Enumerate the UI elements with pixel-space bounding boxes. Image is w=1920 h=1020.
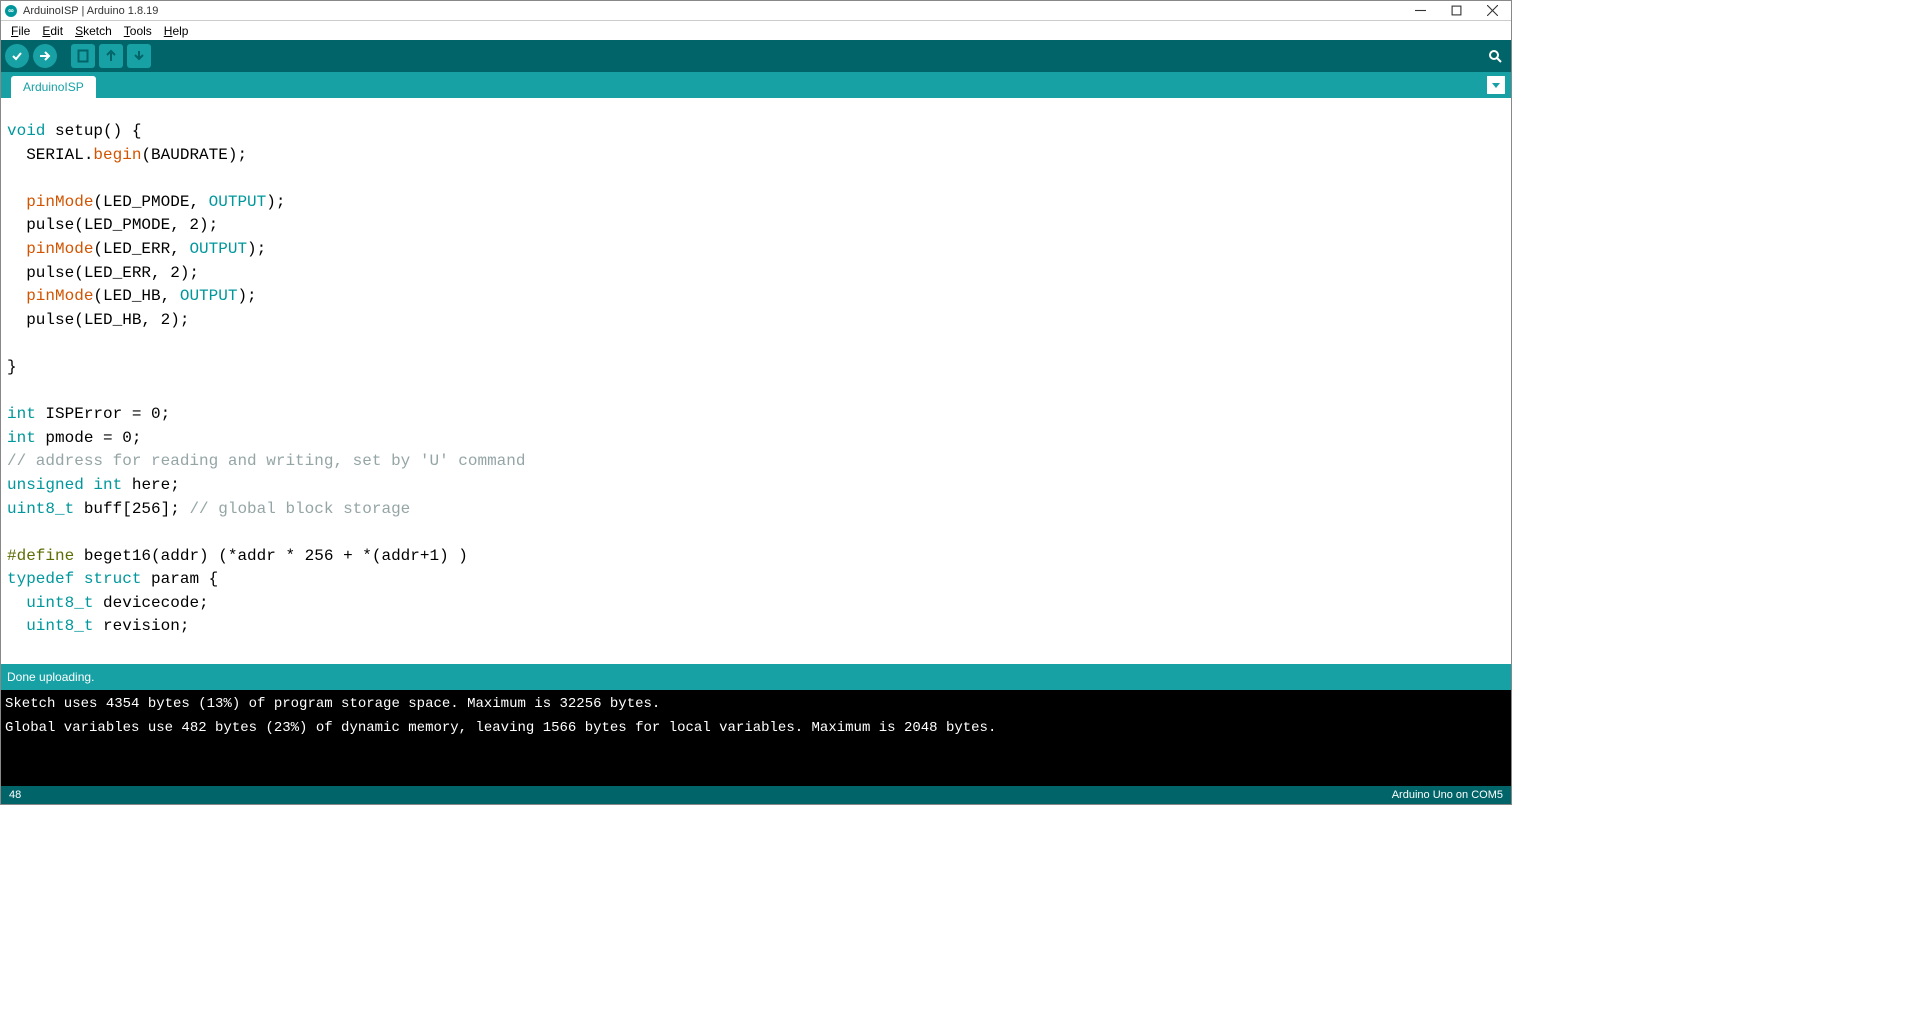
code-token: ); xyxy=(237,287,256,305)
menu-edit[interactable]: Edit xyxy=(36,22,69,40)
code-token: } xyxy=(7,358,17,376)
code-token: OUTPUT xyxy=(180,287,238,305)
code-token: here; xyxy=(122,476,180,494)
open-button[interactable] xyxy=(99,44,123,68)
code-editor[interactable]: void setup() { SERIAL.begin(BAUDRATE); p… xyxy=(1,98,1511,664)
tab-arduinoisp[interactable]: ArduinoISP xyxy=(11,76,96,98)
code-token: beget16(addr) (*addr * 256 + *(addr+1) ) xyxy=(74,547,468,565)
code-token: pulse(LED_HB, 2); xyxy=(7,311,189,329)
code-token: typedef xyxy=(7,570,74,588)
close-button[interactable] xyxy=(1485,4,1499,18)
line-number: 48 xyxy=(9,789,21,801)
code-token: setup() { xyxy=(45,122,141,140)
code-token xyxy=(84,476,94,494)
status-bar: Done uploading. xyxy=(1,664,1511,690)
menubar: File Edit Sketch Tools Help xyxy=(1,20,1511,40)
bottom-bar: 48 Arduino Uno on COM5 xyxy=(1,786,1511,804)
menu-help[interactable]: Help xyxy=(158,22,195,40)
menu-tools[interactable]: Tools xyxy=(118,22,158,40)
code-token xyxy=(7,617,26,635)
code-token: pinMode xyxy=(26,193,93,211)
code-token: struct xyxy=(84,570,142,588)
upload-button[interactable] xyxy=(33,44,57,68)
code-token: pinMode xyxy=(26,240,93,258)
save-button[interactable] xyxy=(127,44,151,68)
code-token: pmode = 0; xyxy=(36,429,142,447)
code-token: uint8_t xyxy=(7,500,74,518)
tabbar: ArduinoISP xyxy=(1,72,1511,98)
code-token: devicecode; xyxy=(93,594,208,612)
titlebar: ∞ ArduinoISP | Arduino 1.8.19 xyxy=(1,1,1511,20)
code-token: OUTPUT xyxy=(209,193,267,211)
code-token xyxy=(74,570,84,588)
code-token: pinMode xyxy=(26,287,93,305)
code-token: buff[256]; xyxy=(74,500,189,518)
code-token xyxy=(7,193,26,211)
code-token: #define xyxy=(7,547,74,565)
code-token: pulse(LED_PMODE, 2); xyxy=(7,216,218,234)
code-token: (LED_HB, xyxy=(93,287,179,305)
app-logo-icon: ∞ xyxy=(5,5,17,17)
code-token: ISPError = 0; xyxy=(36,405,170,423)
window-controls xyxy=(1413,4,1507,18)
maximize-button[interactable] xyxy=(1449,4,1463,18)
code-token: SERIAL. xyxy=(7,146,93,164)
code-token: (LED_ERR, xyxy=(93,240,189,258)
code-token: revision; xyxy=(93,617,189,635)
code-token: int xyxy=(7,429,36,447)
window-title: ArduinoISP | Arduino 1.8.19 xyxy=(23,5,1413,17)
verify-button[interactable] xyxy=(5,44,29,68)
console-line: Global variables use 482 bytes (23%) of … xyxy=(5,720,996,736)
console-output[interactable]: Sketch uses 4354 bytes (13%) of program … xyxy=(1,690,1511,786)
code-token: // address for reading and writing, set … xyxy=(7,452,525,470)
console-line: Sketch uses 4354 bytes (13%) of program … xyxy=(5,696,660,712)
code-token: OUTPUT xyxy=(189,240,247,258)
code-token: begin xyxy=(93,146,141,164)
tab-menu-button[interactable] xyxy=(1487,76,1505,94)
code-token xyxy=(7,594,26,612)
code-token: (BAUDRATE); xyxy=(141,146,247,164)
code-token: // global block storage xyxy=(189,500,410,518)
menu-sketch[interactable]: Sketch xyxy=(69,22,118,40)
board-port: Arduino Uno on COM5 xyxy=(1392,789,1503,801)
code-token xyxy=(7,240,26,258)
minimize-button[interactable] xyxy=(1413,4,1427,18)
code-token: param { xyxy=(141,570,218,588)
code-token: uint8_t xyxy=(26,594,93,612)
code-token: unsigned xyxy=(7,476,84,494)
serial-monitor-button[interactable] xyxy=(1483,44,1507,68)
app-window: ∞ ArduinoISP | Arduino 1.8.19 File Edit … xyxy=(0,0,1512,805)
code-token: void xyxy=(7,122,45,140)
code-token: ); xyxy=(247,240,266,258)
status-text: Done uploading. xyxy=(7,670,94,684)
code-token: uint8_t xyxy=(26,617,93,635)
menu-file[interactable]: File xyxy=(5,22,36,40)
code-token: pulse(LED_ERR, 2); xyxy=(7,264,199,282)
new-button[interactable] xyxy=(71,44,95,68)
code-token: ); xyxy=(266,193,285,211)
code-token: (LED_PMODE, xyxy=(93,193,208,211)
code-token xyxy=(7,287,26,305)
toolbar xyxy=(1,40,1511,72)
code-token: int xyxy=(93,476,122,494)
code-token: int xyxy=(7,405,36,423)
